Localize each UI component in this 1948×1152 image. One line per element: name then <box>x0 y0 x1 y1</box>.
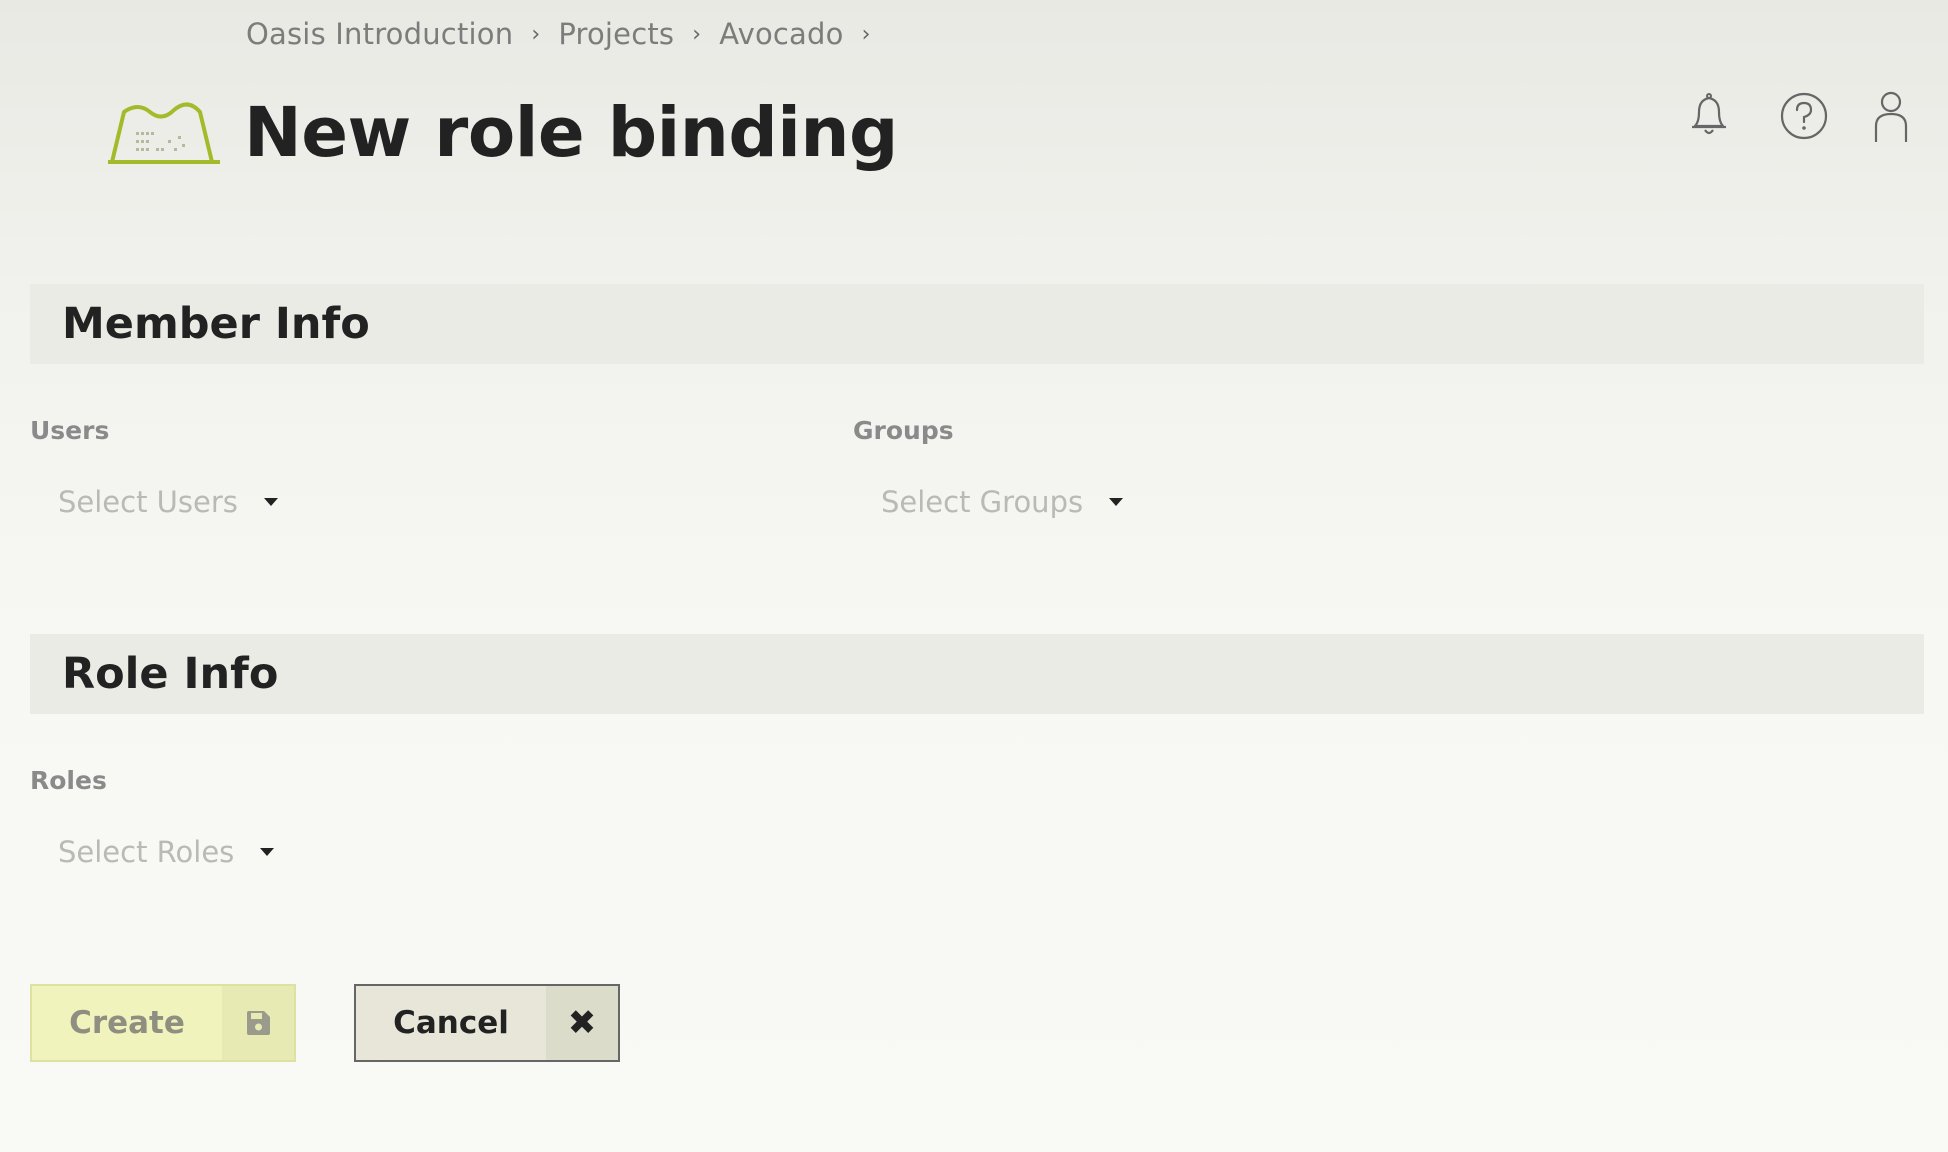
bell-icon[interactable] <box>1681 88 1737 144</box>
cancel-button-label: Cancel <box>393 1005 509 1041</box>
member-info-section-header: Member Info <box>30 284 1924 364</box>
breadcrumb-separator: › <box>861 21 871 47</box>
roles-select-placeholder: Select Roles <box>58 835 235 869</box>
create-button[interactable]: Create <box>30 984 296 1062</box>
roles-select[interactable]: Select Roles <box>58 830 275 874</box>
roles-label: Roles <box>30 766 107 795</box>
users-select[interactable]: Select Users <box>58 480 278 524</box>
create-button-label: Create <box>69 1005 185 1041</box>
role-info-section-header: Role Info <box>30 634 1924 714</box>
page-title: New role binding <box>244 93 898 173</box>
chevron-down-icon <box>260 848 275 856</box>
member-info-title: Member Info <box>62 299 370 349</box>
breadcrumb-item-oasis-introduction[interactable]: Oasis Introduction <box>246 17 513 51</box>
groups-select-placeholder: Select Groups <box>881 485 1084 519</box>
breadcrumb-item-avocado[interactable]: Avocado <box>719 17 843 51</box>
user-icon[interactable] <box>1863 88 1919 144</box>
cancel-button[interactable]: Cancel ✖ <box>354 984 620 1062</box>
groups-select[interactable]: Select Groups <box>881 480 1124 524</box>
breadcrumb-item-projects[interactable]: Projects <box>558 17 674 51</box>
help-icon[interactable] <box>1776 88 1832 144</box>
groups-label: Groups <box>853 416 954 445</box>
role-info-title: Role Info <box>62 649 279 699</box>
users-select-placeholder: Select Users <box>58 485 238 519</box>
save-icon <box>222 986 294 1060</box>
chevron-down-icon <box>1109 498 1124 506</box>
chevron-down-icon <box>263 498 278 506</box>
close-icon: ✖ <box>546 986 618 1060</box>
hat-logo-icon <box>108 96 224 166</box>
breadcrumb-separator: › <box>692 21 702 47</box>
users-label: Users <box>30 416 110 445</box>
breadcrumb-separator: › <box>531 21 541 47</box>
breadcrumb: Oasis Introduction › Projects › Avocado … <box>246 14 889 54</box>
